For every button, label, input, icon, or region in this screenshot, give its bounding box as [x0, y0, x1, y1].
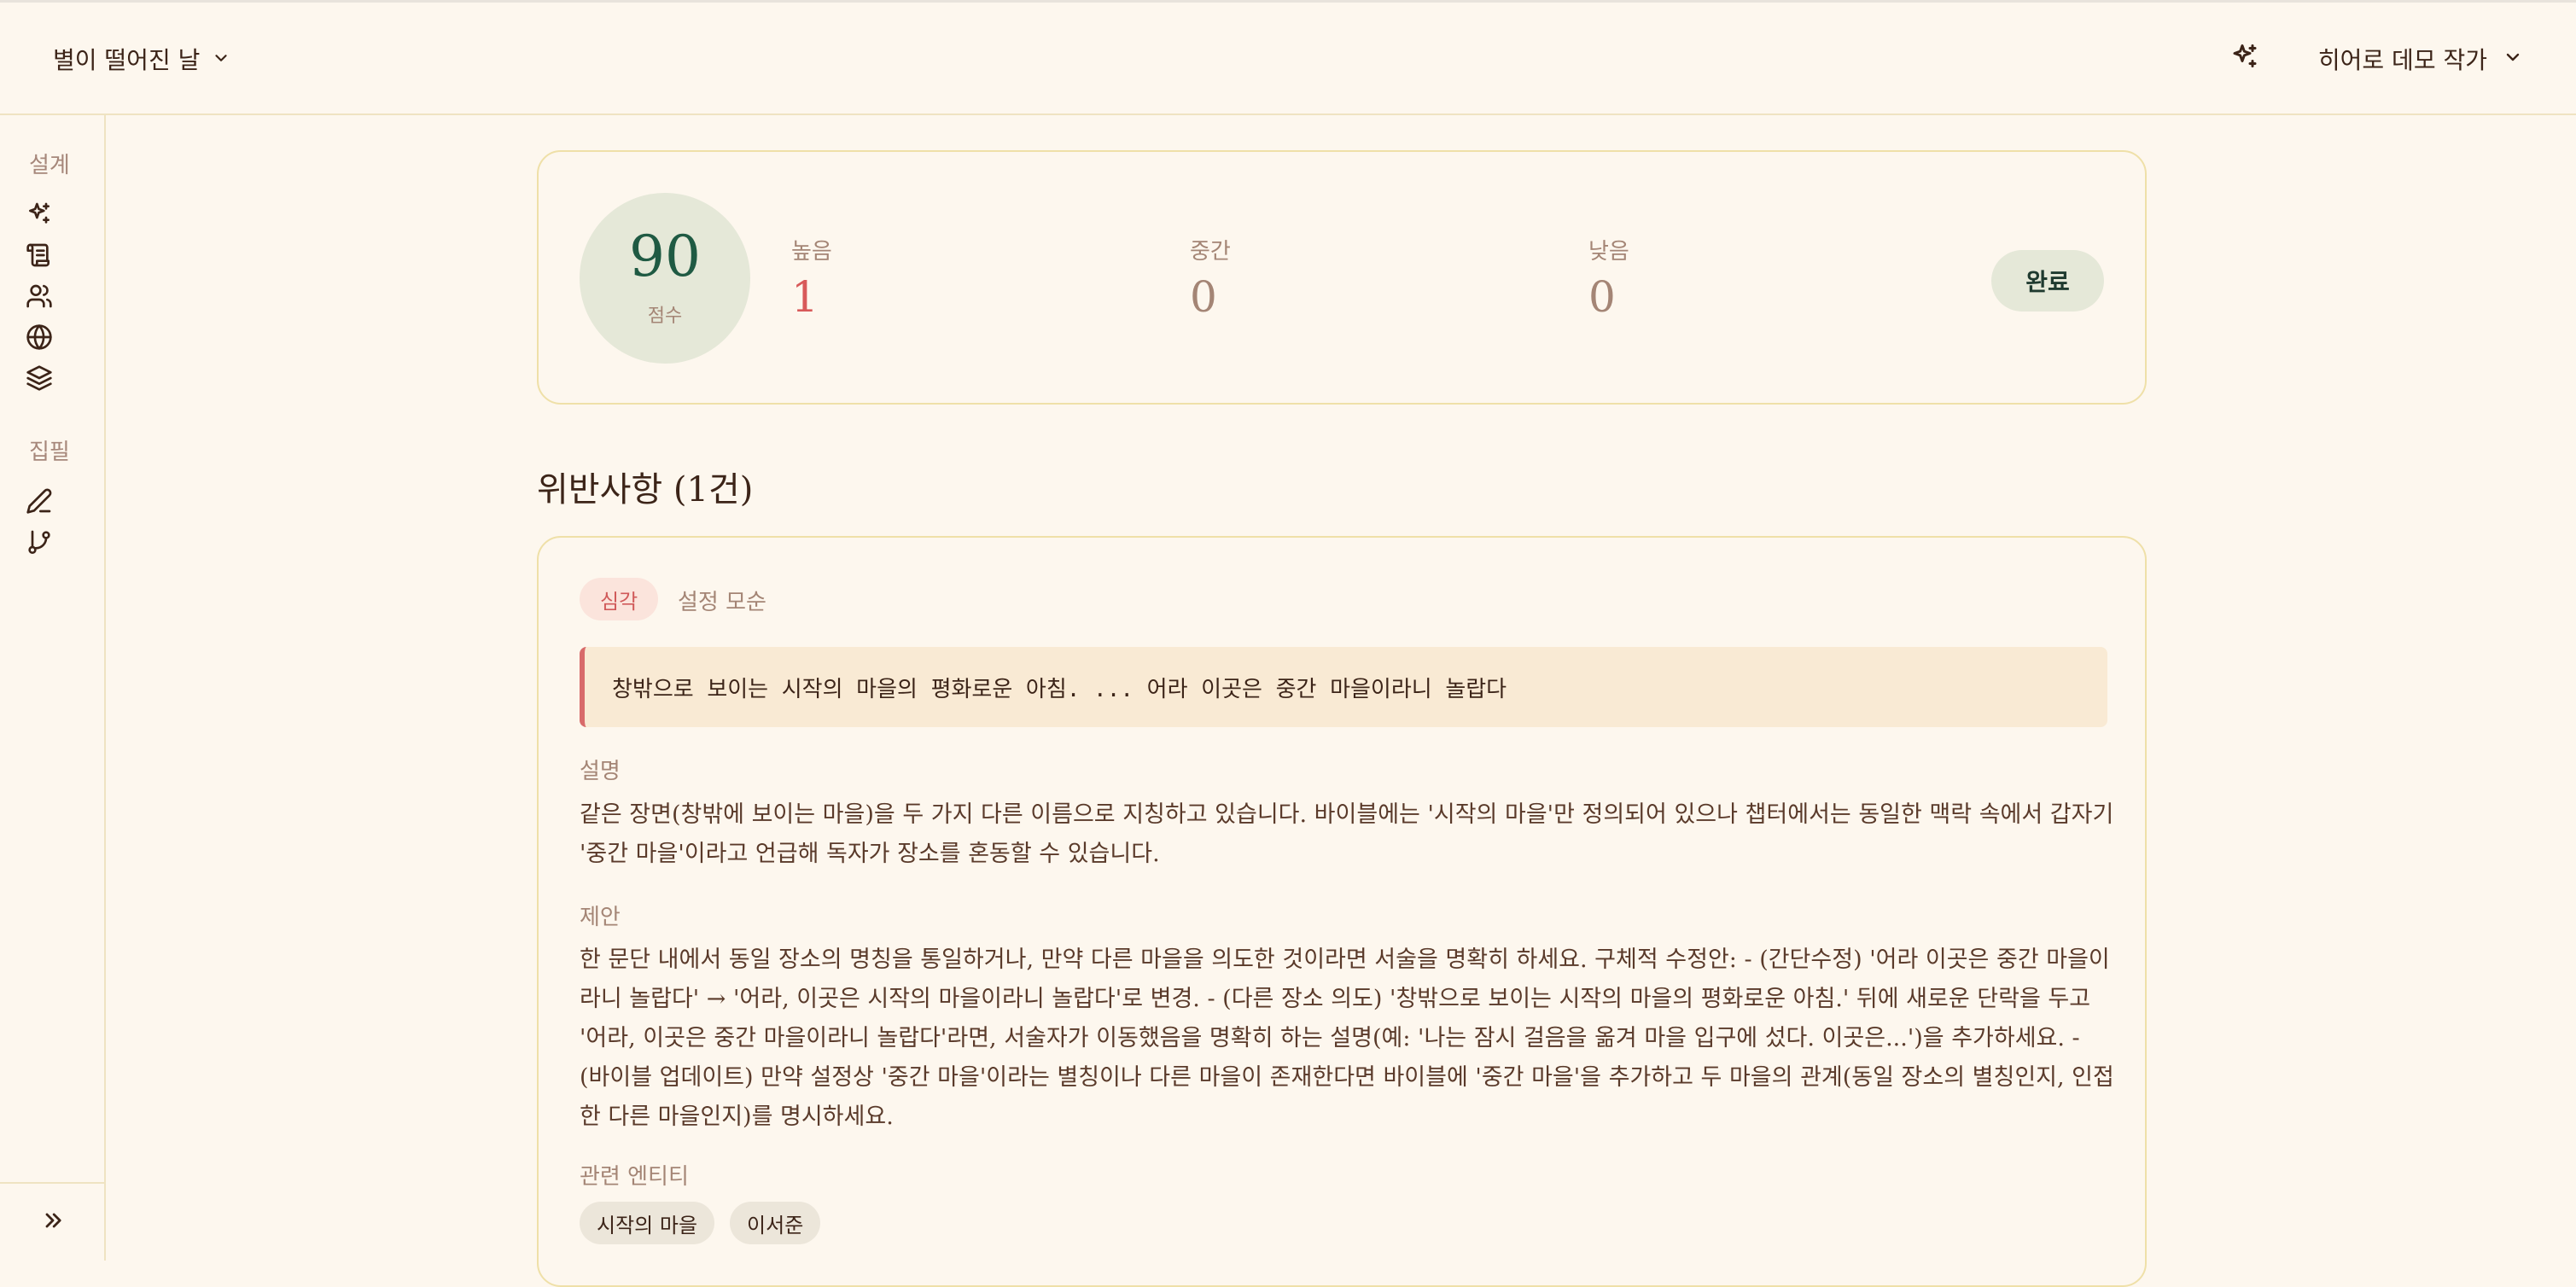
entity-chips: 시작의 마을 이서준 — [580, 1202, 821, 1244]
sidebar-item-bible[interactable] — [24, 242, 55, 272]
metric-label: 높음 — [791, 239, 832, 265]
suggestion-text: 한 문단 내에서 동일 장소의 명칭을 통일하거나, 만약 다른 마을을 의도한… — [580, 946, 2114, 1130]
layers-icon — [26, 364, 53, 395]
metric-value: 0 — [1190, 272, 1217, 322]
user-menu[interactable]: 히어로 데모 작가 — [2318, 42, 2523, 76]
sidebar-item-write[interactable] — [24, 487, 55, 518]
severity-badge: 심각 — [580, 578, 659, 620]
chevron-down-icon — [2503, 45, 2523, 73]
double-chevron-right-icon — [41, 1208, 65, 1236]
metric-value: 0 — [1588, 272, 1616, 322]
metric-low: 낮음 0 — [1588, 234, 1629, 318]
user-name: 히어로 데모 작가 — [2317, 46, 2487, 74]
globe-icon — [26, 323, 53, 354]
metric-high: 높음 1 — [791, 234, 832, 318]
metric-label: 낮음 — [1588, 239, 1629, 265]
sidebar: 설계 집필 — [0, 115, 106, 1261]
top-bar: 별이 떨어진 날 히어로 데모 작가 — [0, 3, 2576, 115]
entity-chip[interactable]: 시작의 마을 — [580, 1202, 715, 1244]
score-label: 점수 — [647, 306, 683, 327]
sidebar-section-writing: 집필 — [29, 440, 70, 465]
pen-icon — [26, 487, 53, 518]
description-label: 설명 — [580, 759, 621, 784]
violations-title: 위반사항 (1건) — [537, 470, 754, 510]
violation-card: 심각 설정 모순 창밖으로 보이는 시작의 마을의 평화로운 아침. ... 어… — [537, 536, 2147, 1287]
score-value: 90 — [629, 224, 701, 289]
scroll-icon — [26, 242, 53, 272]
entity-chip[interactable]: 이서준 — [730, 1202, 821, 1244]
sidebar-item-characters[interactable] — [24, 282, 55, 313]
ai-assistant-button[interactable] — [2223, 37, 2267, 81]
sidebar-section-design: 설계 — [29, 153, 70, 178]
violation-quote: 창밖으로 보이는 시작의 마을의 평화로운 아침. ... 어라 이곳은 중간 … — [580, 647, 2107, 727]
suggestion-label: 제안 — [580, 905, 621, 930]
app-window: 별이 떨어진 날 히어로 데모 작가 설계 집필 90 점수 높음 1 중간 0… — [0, 0, 2576, 1287]
metric-label: 중간 — [1190, 239, 1231, 265]
sidebar-item-world[interactable] — [24, 323, 55, 354]
project-selector[interactable]: 별이 떨어진 날 — [53, 40, 230, 78]
metric-medium: 중간 0 — [1190, 234, 1231, 318]
project-title: 별이 떨어진 날 — [53, 46, 201, 74]
sparkle-icon — [2229, 42, 2260, 76]
score-card: 90 점수 높음 1 중간 0 낮음 0 완료 — [537, 150, 2147, 405]
sidebar-expand-button[interactable] — [0, 1182, 106, 1261]
score-circle: 90 점수 — [580, 193, 750, 364]
chevron-down-icon — [212, 45, 230, 73]
entities-label: 관련 엔티티 — [580, 1164, 689, 1190]
violation-type: 설정 모순 — [678, 590, 766, 615]
sidebar-item-branches[interactable] — [24, 528, 55, 559]
metric-value: 1 — [791, 272, 819, 322]
users-icon — [26, 282, 53, 313]
branch-icon — [26, 528, 53, 559]
sidebar-item-ai[interactable] — [24, 201, 55, 231]
done-button[interactable]: 완료 — [1991, 250, 2104, 312]
description-text: 같은 장면(창밖에 보이는 마을)을 두 가지 다른 이름으로 지칭하고 있습니… — [580, 801, 2114, 867]
sidebar-item-layers[interactable] — [24, 364, 55, 395]
sparkle-icon — [26, 201, 53, 231]
